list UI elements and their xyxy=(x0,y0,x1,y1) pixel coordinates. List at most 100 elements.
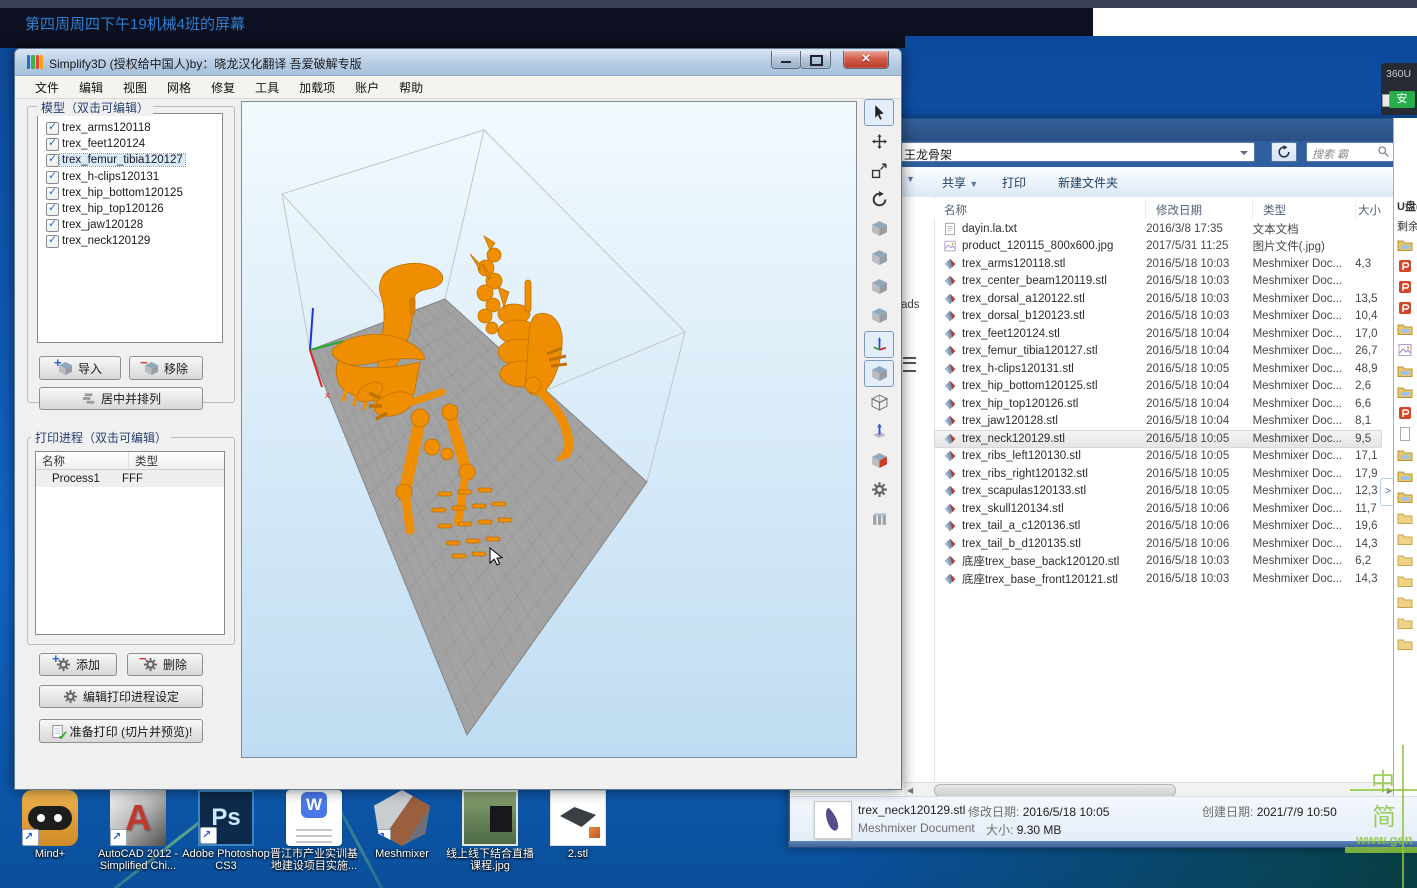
edit-process-button[interactable]: 编辑打印进程设定 xyxy=(39,685,203,708)
usb-safe-badge[interactable]: 安 xyxy=(1389,91,1415,108)
refresh-button[interactable] xyxy=(1271,142,1297,162)
usb-tool-tab[interactable]: 360U 安 xyxy=(1381,63,1417,115)
process-col-type[interactable]: 类型 xyxy=(129,452,164,469)
side-panel-file-icon[interactable] xyxy=(1397,321,1413,337)
file-row[interactable]: trex_ribs_left120130.stl 2016/5/18 10:05… xyxy=(934,448,1382,466)
file-row[interactable]: trex_tail_a_c120136.stl 2016/5/18 10:06 … xyxy=(934,518,1382,536)
organize-button-partial[interactable]: ▼ xyxy=(906,174,915,184)
side-panel-file-icon[interactable] xyxy=(1397,237,1413,253)
desktop-icon[interactable]: Meshmixer xyxy=(358,788,446,872)
address-dropdown-icon[interactable] xyxy=(1240,151,1248,159)
model-row[interactable]: trex_neck120129 xyxy=(38,233,222,249)
file-row[interactable]: trex_femur_tibia120127.stl 2016/5/18 10:… xyxy=(934,343,1382,361)
file-row[interactable]: trex_jaw120128.stl 2016/5/18 10:04 Meshm… xyxy=(934,413,1382,431)
simplify3d-titlebar[interactable]: Simplify3D (授权给中国人)by：晓龙汉化翻译 吾爱破解专版 xyxy=(15,49,901,76)
side-panel-file-icon[interactable] xyxy=(1397,510,1413,526)
file-row[interactable]: 底座trex_base_back120120.stl 2016/5/18 10:… xyxy=(934,553,1382,571)
viewport-tool-button[interactable] xyxy=(864,505,894,532)
process-row[interactable]: Process1 FFF xyxy=(36,470,224,487)
file-row[interactable]: trex_feet120124.stl 2016/5/18 10:04 Mesh… xyxy=(934,325,1382,343)
menu-item[interactable]: 视图 xyxy=(114,77,156,98)
side-panel-file-icon[interactable] xyxy=(1397,363,1413,379)
menu-item[interactable]: 修复 xyxy=(202,77,244,98)
model-row[interactable]: trex_femur_tibia120127 xyxy=(38,152,222,168)
viewport-tool-button[interactable] xyxy=(864,244,894,271)
maximize-button[interactable] xyxy=(800,51,831,69)
close-button[interactable] xyxy=(843,51,889,69)
model-checkbox[interactable] xyxy=(46,203,59,216)
side-panel-file-icon[interactable] xyxy=(1397,342,1413,358)
share-button[interactable]: 共享 ▼ xyxy=(942,174,978,191)
viewport-tool-button[interactable] xyxy=(864,273,894,300)
side-panel-file-icon[interactable] xyxy=(1397,258,1413,274)
model-row[interactable]: trex_hip_top120126 xyxy=(38,201,222,217)
column-header-name[interactable]: 名称 xyxy=(934,199,1146,219)
file-row[interactable]: trex_h-clips120131.stl 2016/5/18 10:05 M… xyxy=(934,360,1382,378)
file-row[interactable]: trex_center_beam120119.stl 2016/5/18 10:… xyxy=(934,273,1382,291)
side-panel-file-icon[interactable] xyxy=(1397,531,1413,547)
file-row[interactable]: trex_arms120118.stl 2016/5/18 10:03 Mesh… xyxy=(934,255,1382,273)
model-row[interactable]: trex_hip_bottom120125 xyxy=(38,185,222,201)
file-row[interactable]: trex_tail_b_d120135.stl 2016/5/18 10:06 … xyxy=(934,535,1382,553)
file-row[interactable]: dayin.la.txt 2016/3/8 17:35 文本文档 xyxy=(934,220,1382,238)
menu-item[interactable]: 文件 xyxy=(26,77,68,98)
file-row[interactable]: trex_ribs_right120132.stl 2016/5/18 10:0… xyxy=(934,465,1382,483)
new-folder-button[interactable]: 新建文件夹 xyxy=(1058,174,1118,191)
file-row[interactable]: 底座trex_base_front120121.stl 2016/5/18 10… xyxy=(934,570,1382,588)
file-row[interactable]: trex_dorsal_a120122.stl 2016/5/18 10:03 … xyxy=(934,290,1382,308)
model-checkbox[interactable] xyxy=(46,219,59,232)
menu-item[interactable]: 网格 xyxy=(158,77,200,98)
import-button[interactable]: +导入 xyxy=(39,356,121,380)
desktop-icon[interactable]: A AutoCAD 2012 - Simplified Chi... xyxy=(94,788,182,872)
model-row[interactable]: trex_arms120118 xyxy=(38,120,222,136)
model-checkbox[interactable] xyxy=(46,235,59,248)
menu-item[interactable]: 帮助 xyxy=(390,77,432,98)
model-row[interactable]: trex_feet120124 xyxy=(38,136,222,152)
nav-item-partial[interactable]: ads xyxy=(901,299,920,311)
model-checkbox[interactable] xyxy=(46,187,59,200)
side-panel-file-icon[interactable] xyxy=(1397,615,1413,631)
viewport-tool-button[interactable] xyxy=(864,215,894,242)
file-row[interactable]: trex_hip_top120126.stl 2016/5/18 10:04 M… xyxy=(934,395,1382,413)
viewport-tool-button[interactable] xyxy=(864,186,894,213)
side-panel-file-icon[interactable] xyxy=(1397,594,1413,610)
model-checkbox[interactable] xyxy=(46,171,59,184)
viewport-tool-button[interactable] xyxy=(864,476,894,503)
print-button[interactable]: 打印 xyxy=(1002,174,1026,191)
menu-item[interactable]: 账户 xyxy=(346,77,388,98)
minimize-button[interactable] xyxy=(771,51,801,69)
file-row[interactable]: trex_dorsal_b120123.stl 2016/5/18 10:03 … xyxy=(934,308,1382,326)
side-panel-file-icon[interactable] xyxy=(1397,636,1413,652)
side-panel-file-icon[interactable] xyxy=(1397,573,1413,589)
center-arrange-button[interactable]: 居中并排列 xyxy=(39,387,203,410)
viewport-tool-button[interactable] xyxy=(864,302,894,329)
side-panel-file-icon[interactable] xyxy=(1397,279,1413,295)
delete-process-button[interactable]: −删除 xyxy=(127,653,203,676)
file-row[interactable]: product_120115_800x600.jpg 2017/5/31 11:… xyxy=(934,238,1382,256)
menu-item[interactable]: 工具 xyxy=(246,77,288,98)
viewport-tool-button[interactable] xyxy=(864,418,894,445)
model-row[interactable]: trex_jaw120128 xyxy=(38,217,222,233)
file-row[interactable]: trex_scapulas120133.stl 2016/5/18 10:05 … xyxy=(934,483,1382,501)
column-header-date[interactable]: 修改日期 xyxy=(1146,199,1253,219)
process-col-name[interactable]: 名称 xyxy=(36,452,129,469)
file-row[interactable]: trex_neck120129.stl 2016/5/18 10:05 Mesh… xyxy=(934,430,1382,448)
side-panel-file-icon[interactable] xyxy=(1397,489,1413,505)
side-panel-file-icon[interactable] xyxy=(1397,552,1413,568)
viewport-tool-button[interactable] xyxy=(864,99,894,126)
desktop-icon[interactable]: Ps Adobe Photoshop CS3 xyxy=(182,788,270,872)
remove-button[interactable]: −移除 xyxy=(129,356,203,380)
address-bar[interactable]: 王龙骨架 xyxy=(897,142,1255,162)
column-header-type[interactable]: 类型 xyxy=(1253,199,1356,219)
menu-item[interactable]: 编辑 xyxy=(70,77,112,98)
side-panel-file-icon[interactable] xyxy=(1397,384,1413,400)
column-header-size[interactable]: 大小 xyxy=(1356,199,1382,219)
side-panel-file-icon[interactable] xyxy=(1397,300,1413,316)
model-row[interactable]: trex_h-clips120131 xyxy=(38,169,222,185)
file-row[interactable]: trex_skull120134.stl 2016/5/18 10:06 Mes… xyxy=(934,500,1382,518)
search-input[interactable]: 搜索 霸 xyxy=(1306,142,1394,162)
side-panel-file-icon[interactable] xyxy=(1397,405,1413,421)
side-panel-file-icon[interactable] xyxy=(1397,468,1413,484)
viewport-tool-button[interactable] xyxy=(864,360,894,387)
horizontal-scrollbar[interactable]: ◀ ▶ xyxy=(904,782,1396,797)
